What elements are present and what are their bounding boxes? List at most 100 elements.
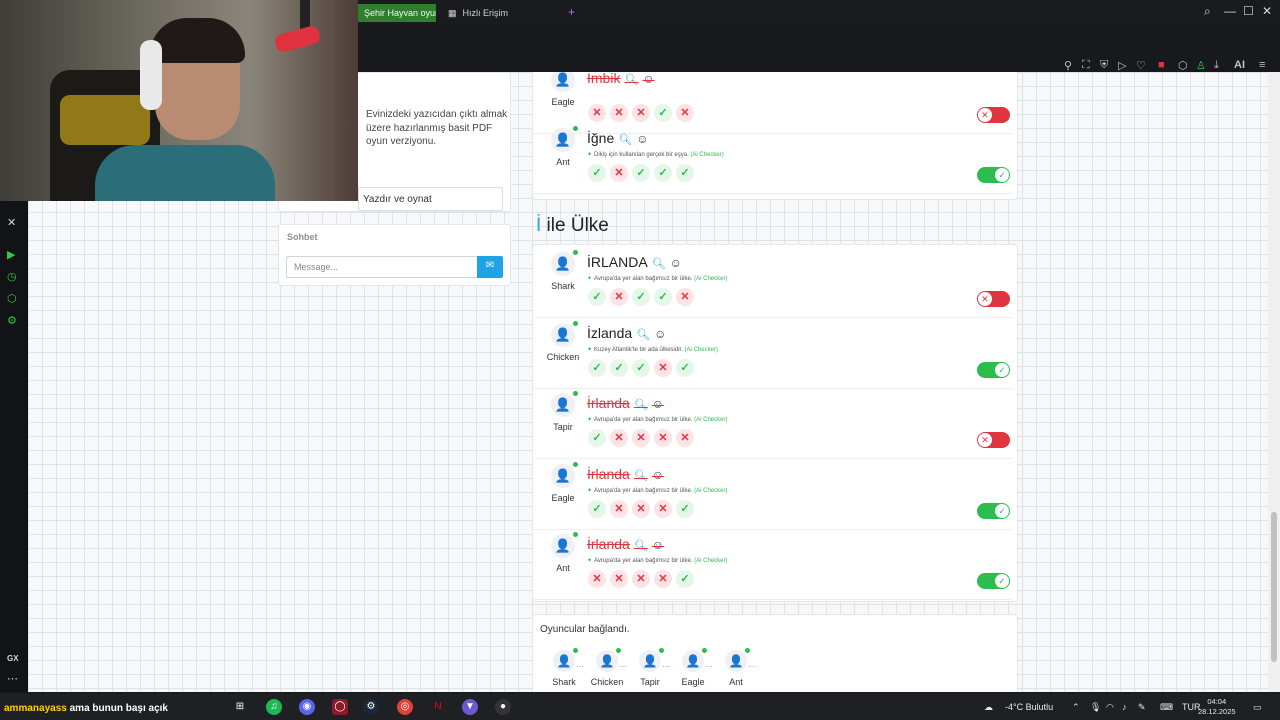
chat-input[interactable]: Message...	[286, 256, 478, 278]
opera-gx-icon[interactable]: ◯	[332, 699, 348, 715]
vote-no-icon[interactable]: ✕	[632, 104, 650, 122]
vote-yes-icon[interactable]: ✓	[676, 499, 694, 518]
accept-toggle[interactable]: ✓	[977, 502, 1010, 519]
vote-yes-icon[interactable]: ✓	[588, 499, 606, 518]
vote-no-icon[interactable]: ✕	[610, 104, 628, 122]
accept-toggle[interactable]: ✓	[977, 573, 1010, 589]
emoji-icon[interactable]: ☺	[636, 132, 648, 146]
accept-toggle[interactable]: ✕	[977, 432, 1010, 448]
menu-icon[interactable]: ≡	[1259, 59, 1265, 71]
snapshot-icon[interactable]: ⛶	[1082, 59, 1090, 72]
vote-no-icon[interactable]: ✕	[654, 570, 672, 588]
vote-no-icon[interactable]: ✕	[588, 104, 606, 122]
minimize-icon[interactable]: —	[1224, 4, 1236, 18]
print-and-play-button[interactable]: Yazdır ve oynat	[358, 187, 503, 211]
vote-yes-icon[interactable]: ✓	[654, 164, 672, 182]
search-icon[interactable]: 🔍︎	[652, 258, 666, 270]
vote-yes-icon[interactable]: ✓	[610, 358, 628, 377]
tab-quick-access[interactable]: ▦ Hızlı Erişim	[440, 4, 550, 22]
volume-icon[interactable]: ♪	[1122, 702, 1127, 712]
vote-no-icon[interactable]: ✕	[632, 499, 650, 518]
shield-icon[interactable]: ⛨	[1100, 59, 1108, 72]
emoji-icon[interactable]: ☺	[642, 72, 654, 86]
vote-no-icon[interactable]: ✕	[654, 358, 672, 377]
extension-icon[interactable]: ■	[1158, 59, 1165, 71]
search-icon[interactable]: 🔍︎	[618, 134, 632, 146]
system-clock[interactable]: 04:04 28.12.2025	[1198, 697, 1236, 717]
search-icon[interactable]: 🔍︎	[624, 74, 638, 86]
keyboard-icon[interactable]: ⌨	[1160, 702, 1173, 713]
wifi-icon[interactable]: ◠	[1106, 702, 1114, 713]
vote-yes-icon[interactable]: ✓	[632, 164, 650, 182]
notification-icon[interactable]: ▭	[1253, 702, 1262, 713]
vote-yes-icon[interactable]: ✓	[588, 358, 606, 377]
vote-no-icon[interactable]: ✕	[588, 570, 606, 588]
player-icon[interactable]: ▶	[7, 248, 15, 261]
task-view-icon[interactable]: ⊞	[232, 699, 248, 715]
mic-icon[interactable]: 🎙	[1090, 702, 1101, 713]
vote-no-icon[interactable]: ✕	[610, 429, 628, 447]
vote-yes-icon[interactable]: ✓	[588, 164, 606, 182]
puzzle-icon[interactable]: ⬡	[1178, 59, 1188, 72]
vote-no-icon[interactable]: ✕	[654, 499, 672, 518]
chat-send-button[interactable]: ✉	[477, 256, 503, 278]
settings-icon[interactable]: ⚙	[7, 314, 17, 327]
history-icon[interactable]: ◷	[7, 270, 17, 283]
tab-active-game[interactable]: Şehir Hayvan oyunu	[356, 4, 436, 22]
accept-toggle[interactable]: ✕	[977, 291, 1010, 307]
vote-no-icon[interactable]: ✕	[610, 499, 628, 518]
vote-no-icon[interactable]: ✕	[676, 104, 694, 122]
vote-yes-icon[interactable]: ✓	[632, 288, 650, 306]
obs-icon[interactable]: ●	[495, 699, 511, 715]
emoji-icon[interactable]: ☺	[652, 468, 664, 482]
gx-icon[interactable]: GX	[7, 654, 19, 663]
vote-yes-icon[interactable]: ✓	[632, 358, 650, 377]
accept-toggle[interactable]: ✕	[977, 107, 1010, 123]
scroll-thumb[interactable]	[1271, 512, 1277, 662]
emoji-icon[interactable]: ☺	[670, 256, 682, 270]
emoji-icon[interactable]: ☺	[652, 397, 664, 411]
close-icon[interactable]: ✕	[1262, 4, 1272, 18]
new-tab-button[interactable]: +	[568, 5, 575, 19]
vote-no-icon[interactable]: ✕	[632, 429, 650, 447]
accept-toggle[interactable]: ✓	[977, 361, 1010, 378]
spotify-icon[interactable]: ♫	[266, 699, 282, 715]
vote-yes-icon[interactable]: ✓	[676, 164, 694, 182]
chrome-icon[interactable]: ◎	[397, 699, 413, 715]
emoji-icon[interactable]: ☺	[652, 538, 664, 552]
discord-icon[interactable]: ◉	[299, 699, 315, 715]
more-icon[interactable]: ⋯	[7, 672, 18, 685]
vote-yes-icon[interactable]: ✓	[588, 288, 606, 306]
vote-yes-icon[interactable]: ✓	[654, 104, 672, 122]
download-icon[interactable]: ⤓	[1214, 59, 1219, 72]
vote-no-icon[interactable]: ✕	[676, 429, 694, 447]
vpn-icon[interactable]: ▼	[462, 699, 478, 715]
vote-yes-icon[interactable]: ✓	[654, 288, 672, 306]
profile-icon[interactable]: ♙	[1196, 59, 1206, 72]
vote-no-icon[interactable]: ✕	[610, 288, 628, 306]
vote-no-icon[interactable]: ✕	[654, 429, 672, 447]
search-icon[interactable]: 🔍︎	[634, 399, 648, 411]
vote-yes-icon[interactable]: ✓	[588, 429, 606, 447]
vote-no-icon[interactable]: ✕	[610, 164, 628, 182]
vote-no-icon[interactable]: ✕	[610, 570, 628, 588]
search-icon[interactable]: 🔍︎	[636, 329, 650, 341]
vote-no-icon[interactable]: ✕	[632, 570, 650, 588]
netflix-icon[interactable]: N	[430, 699, 446, 715]
heart-icon[interactable]: ♡	[1136, 59, 1146, 72]
vote-yes-icon[interactable]: ✓	[676, 358, 694, 377]
search-icon[interactable]: 🔍︎	[634, 540, 648, 552]
weather-icon[interactable]: ☁	[984, 702, 993, 713]
page-scrollbar[interactable]	[1268, 72, 1280, 692]
tray-chevron-icon[interactable]: ⌃	[1072, 702, 1080, 713]
search-icon[interactable]: 🔍︎	[634, 470, 648, 482]
search-icon[interactable]: ⌕	[1204, 4, 1211, 19]
x-icon[interactable]: ✕	[7, 216, 16, 229]
emoji-icon[interactable]: ☺	[654, 327, 666, 341]
steam-icon[interactable]: ⚙	[363, 699, 379, 715]
play-icon[interactable]: ▷	[1118, 59, 1126, 72]
ai-button[interactable]: AI	[1234, 59, 1245, 71]
pen-icon[interactable]: ✎	[1138, 702, 1146, 713]
vote-yes-icon[interactable]: ✓	[676, 570, 694, 588]
extensions-icon[interactable]: ⬡	[7, 292, 17, 305]
